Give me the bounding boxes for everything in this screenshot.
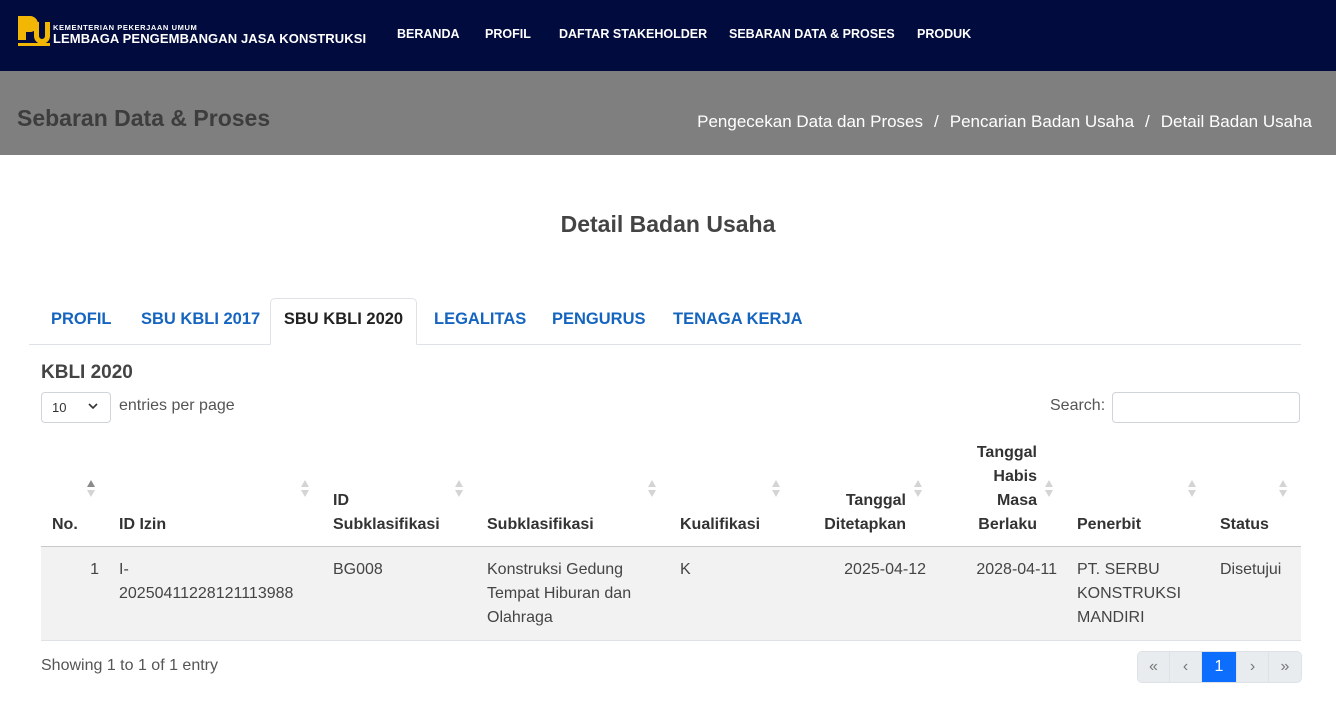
cell-status: Disetujui: [1220, 558, 1281, 582]
column-header-label: Subklasifikasi: [333, 516, 440, 533]
column-header-label: Ditetapkan: [824, 516, 906, 533]
cell-line: Disetujui: [1220, 561, 1282, 578]
tab-sbu-kbli-2020[interactable]: SBU KBLI 2020: [270, 298, 417, 345]
search-input[interactable]: [1112, 392, 1300, 423]
column-header-label: Tanggal: [976, 444, 1037, 461]
column-header-penerbit[interactable]: Penerbit: [1077, 513, 1141, 537]
cell-subklasifikasi: Konstruksi Gedung Tempat Hiburan dan Ola…: [487, 558, 631, 630]
breadcrumb-pencarian[interactable]: Pencarian Badan Usaha: [950, 112, 1134, 132]
next-page-button[interactable]: ›: [1237, 652, 1269, 682]
cell-no: 1: [90, 561, 99, 578]
column-header-label: Berlaku: [978, 516, 1037, 533]
column-header-no[interactable]: No.: [52, 513, 78, 537]
column-header-label: Masa: [996, 492, 1037, 509]
search-label: Search:: [1050, 397, 1106, 414]
tab-profil[interactable]: PROFIL: [51, 310, 112, 329]
cell-line: I-: [119, 561, 129, 578]
sort-icon[interactable]: [648, 480, 657, 498]
tab-tenaga-kerja[interactable]: TENAGA KERJA: [673, 310, 803, 329]
cell-kualifikasi: K: [680, 558, 691, 582]
cell-tanggal-habis: 2028-04-11: [945, 558, 1057, 582]
column-header-label: ID: [333, 492, 349, 509]
page-length-label: entries per page: [119, 397, 235, 414]
first-page-button[interactable]: «: [1138, 652, 1170, 682]
column-header-id-subklasifikasi[interactable]: ID Subklasifikasi: [333, 489, 440, 537]
breadcrumb-separator: /: [1145, 112, 1150, 131]
cell-id-subklasifikasi: BG008: [333, 558, 383, 582]
top-navbar: KEMENTERIAN PEKERJAAN UMUM LEMBAGA PENGE…: [0, 0, 1336, 71]
pu-logo-icon[interactable]: [18, 16, 52, 48]
column-header-tanggal-ditetapkan[interactable]: Tanggal Ditetapkan: [806, 489, 906, 537]
breadcrumb: Pengecekan Data dan Proses / Pencarian B…: [697, 112, 1312, 132]
column-header-label: No.: [52, 516, 78, 533]
column-header-tanggal-habis[interactable]: Tanggal Habis Masa Berlaku: [960, 441, 1037, 537]
cell-line: BG008: [333, 561, 383, 578]
sort-icon[interactable]: [1045, 480, 1054, 498]
cell-id-izin: I- 20250411228121113988: [119, 558, 293, 606]
sort-icon[interactable]: [772, 480, 781, 498]
nav-produk[interactable]: PRODUK: [917, 27, 971, 41]
cell-line: Tempat Hiburan dan: [487, 585, 632, 602]
column-header-kualifikasi[interactable]: Kualifikasi: [680, 513, 760, 537]
column-header-label: Kualifikasi: [680, 516, 761, 533]
table-section-title: KBLI 2020: [41, 362, 133, 383]
page-1-button[interactable]: 1: [1202, 652, 1237, 682]
prev-page-button[interactable]: ‹: [1170, 652, 1202, 682]
table-info: Showing 1 to 1 of 1 entry: [41, 657, 218, 674]
column-header-label: Subklasifikasi: [487, 516, 594, 533]
cell-penerbit: PT. SERBU KONSTRUKSI MANDIRI: [1077, 558, 1181, 630]
sort-icon[interactable]: [1188, 480, 1197, 498]
sort-icon[interactable]: [914, 480, 923, 498]
nav-beranda[interactable]: BERANDA: [397, 27, 460, 41]
breadcrumb-current: Detail Badan Usaha: [1160, 112, 1312, 131]
cell-line: Olahraga: [487, 609, 553, 626]
tabs-divider: [29, 344, 1301, 345]
cell-line: 20250411228121113988: [119, 585, 294, 602]
breadcrumb-separator: /: [934, 112, 939, 131]
cell-line: K: [680, 561, 691, 578]
page-header-banner: Sebaran Data & Proses Pengecekan Data da…: [0, 71, 1336, 155]
column-header-id-izin[interactable]: ID Izin: [119, 513, 166, 537]
column-header-label: Penerbit: [1077, 516, 1142, 533]
page-length-value: 10: [52, 400, 67, 415]
nav-daftar-stakeholder[interactable]: DAFTAR STAKEHOLDER: [559, 27, 707, 41]
cell-tanggal-ditetapkan: 2025-04-12: [806, 558, 926, 582]
chevron-down-icon: [88, 403, 98, 410]
column-header-label: Habis: [993, 468, 1037, 485]
cell-line: PT. SERBU: [1077, 561, 1160, 578]
nav-sebaran-data-proses[interactable]: SEBARAN DATA & PROSES: [729, 27, 895, 41]
cell-line: 2028-04-11: [976, 561, 1057, 578]
sort-icon[interactable]: [87, 480, 96, 498]
sort-icon[interactable]: [455, 480, 464, 498]
cell-line: MANDIRI: [1077, 609, 1145, 626]
last-page-button[interactable]: »: [1269, 652, 1301, 682]
cell-line: Konstruksi Gedung: [487, 561, 624, 578]
column-header-label: ID Izin: [119, 516, 167, 533]
column-header-status[interactable]: Status: [1220, 513, 1269, 537]
column-header-label: Tanggal: [845, 492, 906, 509]
cell-line: 2025-04-12: [844, 561, 926, 578]
tab-legalitas[interactable]: LEGALITAS: [434, 310, 526, 329]
brand-title[interactable]: LEMBAGA PENGEMBANGAN JASA KONSTRUKSI: [53, 31, 366, 46]
tab-sbu-kbli-2017[interactable]: SBU KBLI 2017: [141, 310, 260, 329]
page-title: Detail Badan Usaha: [560, 211, 776, 237]
breadcrumb-pengecekan[interactable]: Pengecekan Data dan Proses: [697, 112, 923, 132]
column-header-label: Status: [1220, 516, 1269, 533]
cell-line: KONSTRUKSI: [1077, 585, 1182, 602]
sort-icon[interactable]: [301, 480, 310, 498]
nav-profil[interactable]: PROFIL: [485, 27, 531, 41]
tab-pengurus[interactable]: PENGURUS: [552, 310, 646, 329]
section-heading: Sebaran Data & Proses: [17, 105, 271, 131]
sort-icon[interactable]: [1279, 480, 1288, 498]
pagination: « ‹ 1 › »: [1137, 651, 1302, 683]
column-header-subklasifikasi[interactable]: Subklasifikasi: [487, 513, 594, 537]
page-length-select[interactable]: 10: [41, 392, 111, 423]
table-row-divider: [41, 640, 1301, 641]
tab-sbu-kbli-2020-label: SBU KBLI 2020: [283, 310, 404, 328]
